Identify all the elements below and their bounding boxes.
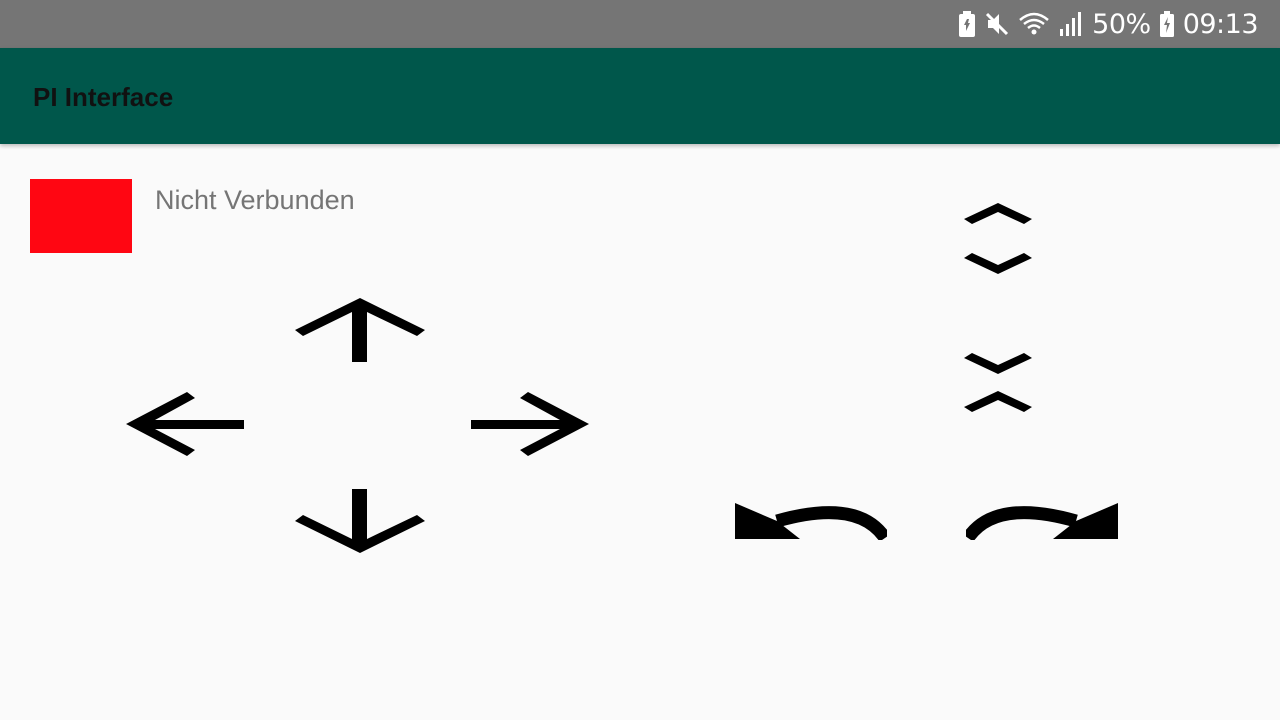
arrow-left-icon [126, 392, 244, 456]
mute-icon [984, 11, 1010, 37]
app-title: PI Interface [33, 82, 174, 112]
expand-icon [964, 203, 1032, 274]
arrow-down-icon [295, 489, 425, 553]
signal-icon [1058, 11, 1084, 37]
move-left-button[interactable] [125, 391, 245, 457]
rotate-right-button[interactable] [966, 502, 1120, 540]
connection-indicator [30, 179, 132, 253]
battery-percent: 50% [1092, 8, 1151, 40]
move-down-button[interactable] [294, 488, 426, 554]
status-icons: 50% 09:13 [958, 0, 1259, 48]
connection-status-text: Nicht Verbunden [155, 185, 355, 215]
collapse-button[interactable] [963, 348, 1033, 416]
wifi-icon [1018, 11, 1050, 37]
arrow-right-icon [471, 392, 589, 456]
battery-icon [1159, 11, 1175, 37]
arrow-up-icon [295, 298, 425, 362]
battery-saver-icon [958, 11, 976, 37]
move-right-button[interactable] [470, 391, 590, 457]
rotate-left-button[interactable] [733, 502, 887, 540]
collapse-icon [964, 353, 1032, 412]
rotate-right-icon [966, 503, 1118, 540]
status-bar: 50% 09:13 [0, 0, 1280, 48]
app-bar: PI Interface [0, 48, 1280, 144]
expand-button[interactable] [963, 202, 1033, 276]
move-up-button[interactable] [294, 297, 426, 363]
clock: 09:13 [1182, 8, 1259, 40]
rotate-left-icon [735, 503, 887, 540]
